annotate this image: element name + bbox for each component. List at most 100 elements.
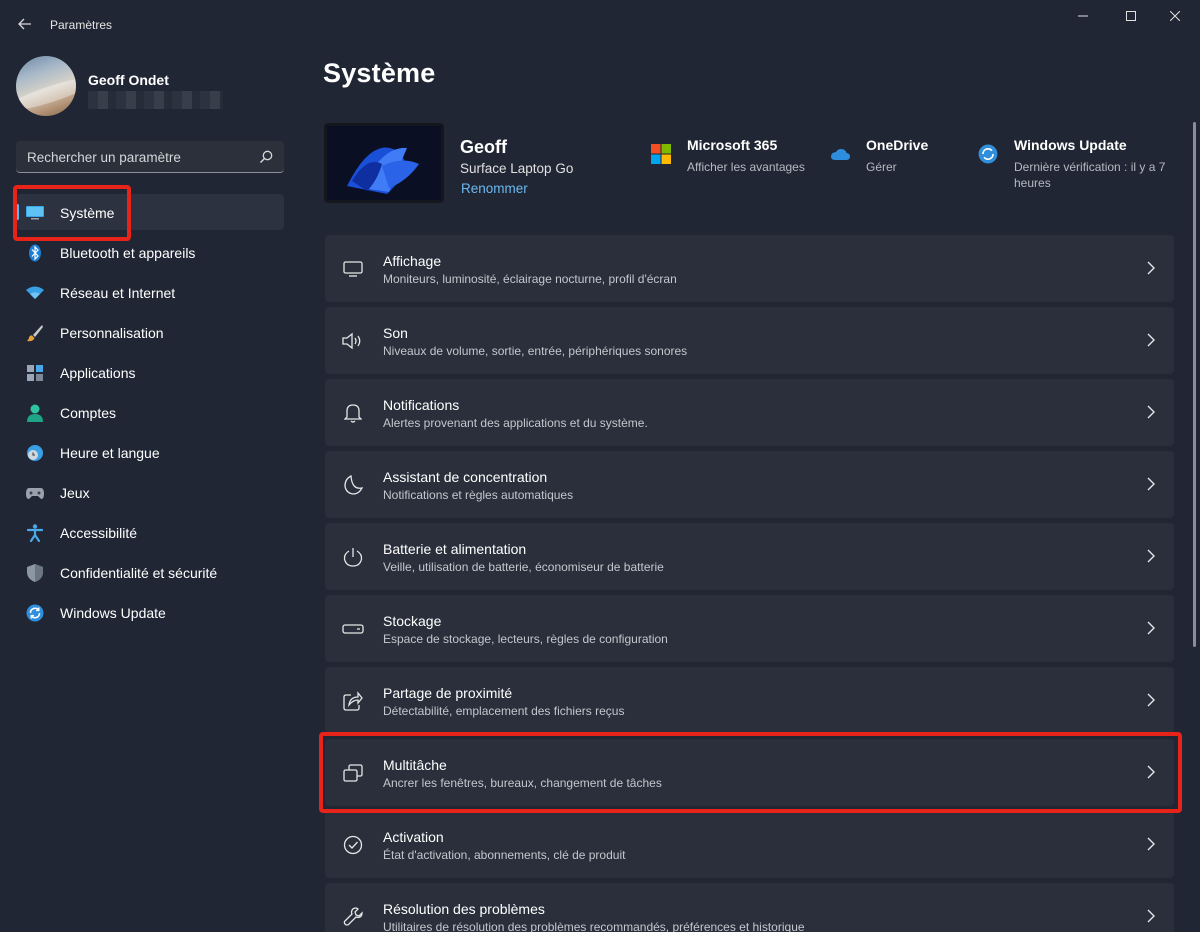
chevron-right-icon [1147, 837, 1155, 851]
back-button[interactable] [12, 12, 38, 36]
quick-link-subtitle: Afficher les avantages [687, 160, 805, 174]
sidebar-item-accessibilite[interactable]: Accessibilité [16, 514, 284, 550]
user-profile[interactable]: Geoff Ondet [16, 56, 286, 120]
sidebar-item-label: Accessibilité [60, 525, 138, 541]
speaker-icon [342, 330, 364, 352]
setting-batterie-alimentation[interactable]: Batterie et alimentation Veille, utilisa… [325, 523, 1174, 590]
sidebar-item-heure-langue[interactable]: Heure et langue [16, 434, 284, 470]
bell-icon [342, 402, 364, 424]
accessibility-icon [26, 524, 44, 542]
device-model: Surface Laptop Go [460, 161, 574, 176]
setting-subtitle: Ancrer les fenêtres, bureaux, changement… [383, 776, 662, 790]
sidebar-item-windows-update[interactable]: Windows Update [16, 594, 284, 630]
setting-multitache[interactable]: Multitâche Ancrer les fenêtres, bureaux,… [325, 739, 1174, 806]
page-title: Système [323, 58, 436, 88]
setting-subtitle: Détectabilité, emplacement des fichiers … [383, 704, 625, 718]
chevron-right-icon [1147, 621, 1155, 635]
minimize-icon [1078, 15, 1088, 17]
settings-list: Affichage Moniteurs, luminosité, éclaira… [325, 235, 1174, 932]
sidebar-item-personnalisation[interactable]: Personnalisation [16, 314, 284, 350]
maximize-icon [1126, 11, 1136, 21]
avatar [16, 56, 76, 116]
maximize-button[interactable] [1108, 4, 1154, 28]
chevron-right-icon [1147, 333, 1155, 347]
app-title: Paramètres [50, 18, 113, 32]
setting-subtitle: Niveaux de volume, sortie, entrée, périp… [383, 344, 688, 358]
setting-title: Assistant de concentration [383, 469, 548, 485]
check-circle-icon [342, 834, 364, 856]
chevron-right-icon [1147, 405, 1155, 419]
setting-subtitle: Alertes provenant des applications et du… [383, 416, 648, 430]
sidebar-nav: Système Bluetooth et appareils Réseau et… [16, 194, 284, 634]
rename-link[interactable]: Renommer [461, 181, 528, 196]
chevron-right-icon [1147, 261, 1155, 275]
quick-link-subtitle: Gérer [866, 160, 897, 174]
chevron-right-icon [1147, 549, 1155, 563]
moon-icon [342, 474, 364, 496]
sidebar-item-label: Heure et langue [60, 445, 160, 461]
sidebar-item-jeux[interactable]: Jeux [16, 474, 284, 510]
sidebar-item-label: Applications [60, 365, 136, 381]
setting-assistant-concentration[interactable]: Assistant de concentration Notifications… [325, 451, 1174, 518]
setting-partage-proximite[interactable]: Partage de proximité Détectabilité, empl… [325, 667, 1174, 734]
setting-activation[interactable]: Activation État d'activation, abonnement… [325, 811, 1174, 878]
wifi-icon [26, 284, 44, 302]
update-icon [978, 144, 998, 164]
sidebar-item-label: Personnalisation [60, 325, 164, 341]
setting-notifications[interactable]: Notifications Alertes provenant des appl… [325, 379, 1174, 446]
brush-icon [26, 324, 44, 342]
setting-resolution-problemes[interactable]: Résolution des problèmes Utilitaires de … [325, 883, 1174, 932]
setting-title: Activation [383, 829, 444, 845]
gamepad-icon [26, 484, 44, 502]
sidebar-item-label: Jeux [60, 485, 90, 501]
share-icon [342, 690, 364, 712]
windows-bloom-image [327, 126, 441, 200]
chevron-right-icon [1147, 477, 1155, 491]
quick-link-title: Windows Update [1014, 137, 1127, 153]
profile-name: Geoff Ondet [88, 72, 169, 88]
wrench-icon [342, 906, 364, 928]
quick-link-subtitle: Dernière vérification : il y a 7 heures [1014, 160, 1166, 190]
setting-son[interactable]: Son Niveaux de volume, sortie, entrée, p… [325, 307, 1174, 374]
microsoft-logo-icon [651, 144, 671, 164]
device-wallpaper-thumbnail [324, 123, 444, 203]
sidebar-item-reseau[interactable]: Réseau et Internet [16, 274, 284, 310]
setting-title: Son [383, 325, 408, 341]
setting-affichage[interactable]: Affichage Moniteurs, luminosité, éclaira… [325, 235, 1174, 302]
sidebar-item-label: Bluetooth et appareils [60, 245, 196, 261]
bluetooth-icon [26, 244, 44, 262]
close-icon [1170, 11, 1180, 21]
monitor-icon [342, 258, 364, 280]
sidebar-item-bluetooth[interactable]: Bluetooth et appareils [16, 234, 284, 270]
quick-link-title: Microsoft 365 [687, 137, 778, 153]
setting-stockage[interactable]: Stockage Espace de stockage, lecteurs, r… [325, 595, 1174, 662]
selection-indicator [16, 204, 19, 220]
sidebar-item-label: Réseau et Internet [60, 285, 176, 301]
scrollbar[interactable] [1193, 122, 1196, 647]
setting-subtitle: Notifications et règles automatiques [383, 488, 574, 502]
sidebar-item-comptes[interactable]: Comptes [16, 394, 284, 430]
close-button[interactable] [1152, 4, 1198, 28]
quick-link-onedrive[interactable]: OneDrive Gérer [830, 136, 960, 186]
sidebar-item-label: Confidentialité et sécurité [60, 565, 218, 581]
chevron-right-icon [1147, 909, 1155, 923]
quick-link-microsoft-365[interactable]: Microsoft 365 Afficher les avantages [651, 136, 816, 186]
sidebar-item-applications[interactable]: Applications [16, 354, 284, 390]
device-name: Geoff [460, 137, 507, 157]
sidebar-item-label: Système [60, 205, 115, 221]
chevron-right-icon [1147, 693, 1155, 707]
sidebar-item-confidentialite[interactable]: Confidentialité et sécurité [16, 554, 284, 590]
quick-link-windows-update[interactable]: Windows Update Dernière vérification : i… [978, 136, 1178, 196]
setting-title: Notifications [383, 397, 460, 413]
sidebar-item-systeme[interactable]: Système [16, 194, 284, 230]
setting-subtitle: Espace de stockage, lecteurs, règles de … [383, 632, 668, 646]
setting-subtitle: Utilitaires de résolution des problèmes … [383, 920, 805, 932]
cloud-icon [831, 149, 850, 160]
setting-subtitle: État d'activation, abonnements, clé de p… [383, 848, 626, 862]
minimize-button[interactable] [1060, 4, 1106, 28]
search-input[interactable]: Rechercher un paramètre [16, 141, 284, 173]
power-icon [342, 546, 364, 568]
setting-title: Stockage [383, 613, 442, 629]
apps-icon [26, 364, 44, 382]
search-placeholder: Rechercher un paramètre [27, 150, 181, 165]
